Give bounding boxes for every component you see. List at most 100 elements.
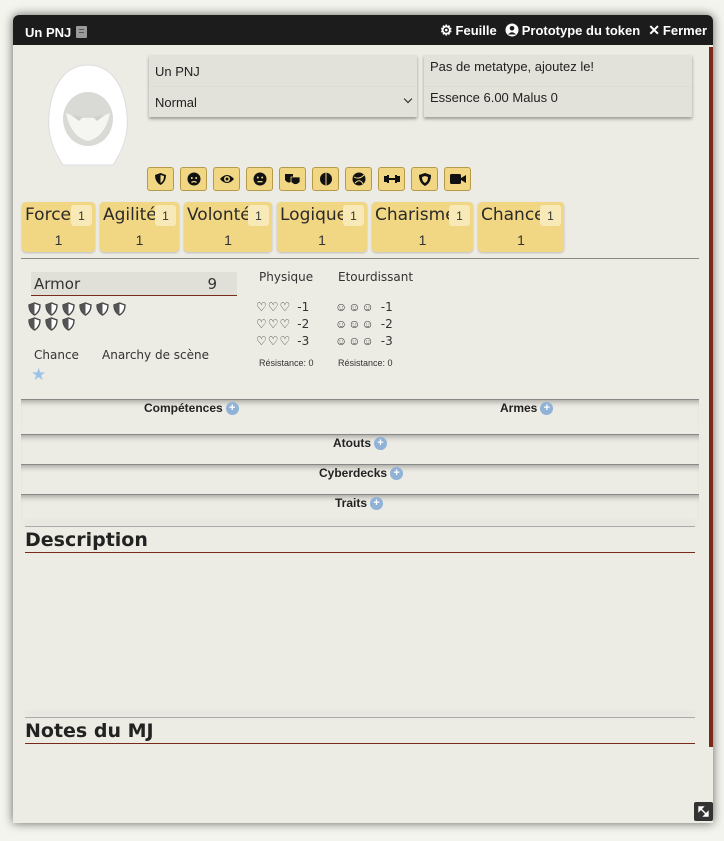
- sheet-config-button[interactable]: ⚙ Feuille: [440, 22, 497, 39]
- heart-icon[interactable]: ♡: [280, 317, 291, 331]
- add-perk-icon[interactable]: +: [374, 436, 387, 450]
- angry-face-icon[interactable]: [180, 167, 207, 191]
- dumbbell-icon[interactable]: [378, 167, 405, 191]
- smiley-icon[interactable]: ☺: [348, 300, 360, 314]
- attribute-force[interactable]: Force 1 1: [22, 202, 95, 252]
- stun-row: ☺ ☺ ☺ -3: [335, 333, 393, 349]
- section-skills: Compétences +: [144, 401, 239, 415]
- gm-notes-editor[interactable]: [25, 747, 695, 807]
- attribute-agilite[interactable]: Agilité 1 1: [100, 202, 179, 252]
- metatype-text: Pas de metatype, ajoutez le!: [430, 59, 595, 74]
- heart-icon[interactable]: ♡: [256, 300, 267, 314]
- heart-icon[interactable]: ♡: [268, 300, 279, 314]
- heart-icon[interactable]: ♡: [280, 334, 291, 348]
- quick-action-icons: [147, 167, 471, 191]
- physical-monitor-title: Physique: [259, 270, 314, 284]
- stun-row: ☺ ☺ ☺ -1: [335, 299, 393, 315]
- heart-icon[interactable]: ♡: [256, 317, 267, 331]
- video-icon[interactable]: [444, 167, 471, 191]
- sheet-config-label: Feuille: [455, 22, 497, 38]
- badge-shield-icon[interactable]: [411, 167, 438, 191]
- chevron-down-icon: [403, 94, 413, 104]
- attribute-badge: 1: [71, 205, 92, 226]
- heart-icon[interactable]: ♡: [268, 317, 279, 331]
- eye-icon[interactable]: [213, 167, 240, 191]
- description-heading: Description: [25, 529, 695, 553]
- token-prototype-button[interactable]: Prototype du token: [505, 23, 640, 38]
- token-prototype-label: Prototype du token: [521, 22, 641, 38]
- add-cyberdeck-icon[interactable]: +: [390, 466, 404, 480]
- smiley-icon[interactable]: ☺: [335, 334, 347, 348]
- heart-icon[interactable]: ♡: [256, 334, 267, 348]
- physical-row: ♡ ♡ ♡ -2: [256, 316, 309, 332]
- shield-half-icon[interactable]: [95, 302, 110, 316]
- shield-icon[interactable]: [147, 167, 174, 191]
- attribute-charisme[interactable]: Charisme 1 1: [372, 202, 473, 252]
- gm-notes-heading: Notes du MJ: [25, 720, 695, 744]
- add-trait-icon[interactable]: +: [370, 496, 384, 510]
- shield-half-icon[interactable]: [44, 302, 59, 316]
- attribute-badge: 1: [155, 205, 176, 226]
- masks-icon[interactable]: [279, 167, 306, 191]
- neutral-face-icon[interactable]: [246, 167, 273, 191]
- shield-half-icon[interactable]: [78, 302, 93, 316]
- attribute-chance[interactable]: Chance 1 1: [478, 202, 564, 252]
- scrollbar[interactable]: [709, 47, 713, 747]
- attribute-volonte[interactable]: Volonté 1 1: [184, 202, 272, 252]
- attribute-name: Volonté: [187, 205, 251, 225]
- shield-half-icon[interactable]: [61, 302, 76, 316]
- attribute-logique[interactable]: Logique 1 1: [277, 202, 367, 252]
- smiley-icon[interactable]: ☺: [335, 317, 347, 331]
- actor-portrait[interactable]: [33, 57, 143, 177]
- physical-penalty: -3: [297, 334, 310, 348]
- star-icon[interactable]: ★: [31, 365, 46, 385]
- brain-icon[interactable]: [312, 167, 339, 191]
- smiley-icon[interactable]: ☺: [335, 300, 347, 314]
- heart-icon[interactable]: ♡: [280, 300, 291, 314]
- sheet-content: Un PNJ Normal Pas de metatype, ajoutez l…: [13, 45, 713, 823]
- shield-half-icon[interactable]: [44, 317, 59, 331]
- smiley-icon[interactable]: ☺: [362, 334, 374, 348]
- chance-label: Chance: [34, 348, 79, 362]
- shield-half-icon[interactable]: [61, 317, 76, 331]
- section-traits-label: Traits +: [335, 496, 384, 510]
- attribute-badge: 1: [540, 205, 561, 226]
- window-titlebar[interactable]: Un PNJ ⚙ Feuille Prototype du token ✕ Fe…: [13, 15, 713, 45]
- shield-half-icon[interactable]: [27, 302, 42, 316]
- description-editor[interactable]: [25, 557, 695, 715]
- heart-icon[interactable]: ♡: [268, 334, 279, 348]
- metatype-field[interactable]: Pas de metatype, ajoutez le!: [424, 55, 692, 87]
- armor-field[interactable]: Armor 9: [31, 272, 237, 296]
- physical-row: ♡ ♡ ♡ -3: [256, 333, 309, 349]
- stun-row: ☺ ☺ ☺ -2: [335, 316, 393, 332]
- add-weapon-icon[interactable]: +: [540, 401, 554, 415]
- window-title-text: Un PNJ: [25, 24, 72, 40]
- close-button[interactable]: ✕ Fermer: [648, 22, 707, 39]
- smiley-icon[interactable]: ☺: [362, 317, 374, 331]
- actor-sheet-window: Un PNJ ⚙ Feuille Prototype du token ✕ Fe…: [13, 15, 713, 823]
- section-cyberdecks-label: Cyberdecks +: [319, 466, 404, 480]
- attribute-value: 1: [54, 232, 63, 248]
- shield-half-icon[interactable]: [27, 317, 42, 331]
- physical-penalty: -2: [297, 317, 310, 331]
- actor-type-select[interactable]: Normal: [149, 87, 417, 117]
- physical-row: ♡ ♡ ♡ -1: [256, 299, 309, 315]
- stun-resistance: Résistance: 0: [338, 358, 393, 368]
- smiley-icon[interactable]: ☺: [348, 317, 360, 331]
- cookie-icon[interactable]: [345, 167, 372, 191]
- attribute-name: Charisme: [375, 205, 456, 225]
- actor-name-input[interactable]: Un PNJ: [149, 55, 417, 87]
- perks-label: Atouts: [333, 436, 371, 450]
- smiley-icon[interactable]: ☺: [362, 300, 374, 314]
- shield-half-icon[interactable]: [112, 302, 127, 316]
- smiley-icon[interactable]: ☺: [348, 334, 360, 348]
- attribute-badge: 1: [248, 205, 269, 226]
- attribute-value: 1: [318, 232, 326, 248]
- resize-handle[interactable]: [694, 802, 713, 821]
- attribute-name: Force: [25, 205, 71, 225]
- section-skills-weapons: [21, 399, 699, 430]
- physical-resistance: Résistance: 0: [259, 358, 314, 368]
- divider: [21, 258, 699, 259]
- armor-label: Armor: [34, 274, 81, 293]
- add-skill-icon[interactable]: +: [225, 401, 239, 415]
